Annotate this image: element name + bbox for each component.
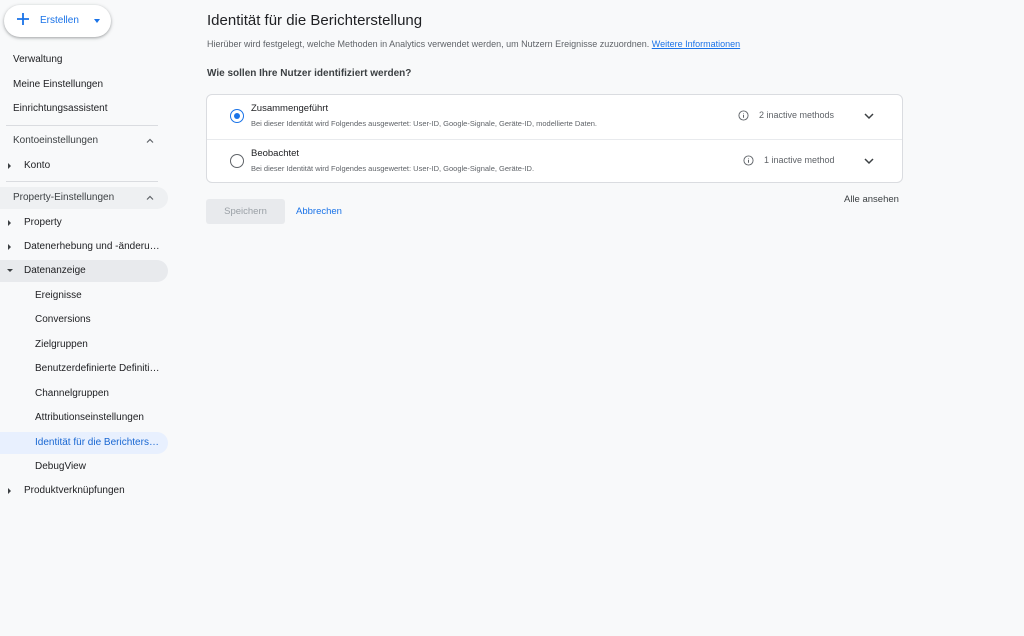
learn-more-link[interactable]: Weitere Informationen <box>652 39 740 49</box>
sidebar-item-einrichtungsassistent[interactable]: Einrichtungsassistent <box>0 98 168 120</box>
sidebar-item-label: Benutzerdefinierte Definiti… <box>35 363 160 374</box>
sidebar-item-label: Ereignisse <box>35 290 82 301</box>
view-all-link[interactable]: Alle ansehen <box>844 194 899 205</box>
description-text: Hierüber wird festgelegt, welche Methode… <box>207 39 650 49</box>
option-description: Bei dieser Identität wird Folgendes ausg… <box>251 164 535 173</box>
section-title: Property-Einstellungen <box>13 192 115 203</box>
section-title: Kontoeinstellungen <box>13 135 99 146</box>
save-button[interactable]: Speichern <box>206 199 285 224</box>
sidebar-item-conversions[interactable]: Conversions <box>0 309 168 331</box>
sidebar-item-label: Attributionseinstellungen <box>35 412 144 423</box>
sidebar-item-label: Conversions <box>35 314 91 325</box>
sidebar-item-verwaltung[interactable]: Verwaltung <box>0 49 168 71</box>
sidebar: Erstellen Verwaltung Meine Einstellungen… <box>0 0 180 636</box>
identity-question: Wie sollen Ihre Nutzer identifiziert wer… <box>207 68 412 79</box>
sidebar-item-label: Datenanzeige <box>24 265 86 276</box>
sidebar-item-debugview[interactable]: DebugView <box>0 456 168 478</box>
radio-button-selected[interactable] <box>230 109 244 123</box>
sidebar-item-label: Identität für die Berichters… <box>35 437 159 448</box>
option-title: Beobachtet <box>251 148 300 159</box>
chevron-up-icon <box>146 195 154 200</box>
create-button[interactable]: Erstellen <box>4 5 111 37</box>
option-status: 1 inactive method <box>764 155 835 165</box>
sidebar-item-attributionseinstellungen[interactable]: Attributionseinstellungen <box>0 407 168 429</box>
chevron-down-icon[interactable] <box>863 111 875 121</box>
divider <box>6 125 158 126</box>
sidebar-item-label: Einrichtungsassistent <box>13 103 108 114</box>
sidebar-item-property[interactable]: Property <box>0 212 168 234</box>
sidebar-item-label: Produktverknüpfungen <box>24 485 125 496</box>
option-description: Bei dieser Identität wird Folgendes ausg… <box>251 119 597 128</box>
collapse-arrow-icon <box>7 269 13 272</box>
sidebar-item-benutzerdefinierte-definitionen[interactable]: Benutzerdefinierte Definiti… <box>0 358 168 380</box>
sidebar-item-label: Zielgruppen <box>35 339 88 350</box>
sidebar-item-identitaet-berichterstellung[interactable]: Identität für die Berichters… <box>0 432 168 454</box>
expand-arrow-icon <box>8 220 11 226</box>
section-kontoeinstellungen[interactable]: Kontoeinstellungen <box>0 130 168 152</box>
sidebar-item-label: DebugView <box>35 461 86 472</box>
sidebar-item-ereignisse[interactable]: Ereignisse <box>0 285 168 307</box>
page-title: Identität für die Berichterstellung <box>207 12 423 29</box>
sidebar-item-label: Channelgruppen <box>35 388 109 399</box>
sidebar-item-konto[interactable]: Konto <box>0 155 168 177</box>
expand-arrow-icon <box>8 163 11 169</box>
caret-down-icon <box>94 19 100 23</box>
sidebar-item-label: Datenerhebung und -änderu… <box>24 241 160 252</box>
divider <box>6 181 158 182</box>
info-icon <box>738 110 749 121</box>
info-icon <box>743 155 754 166</box>
page-description: Hierüber wird festgelegt, welche Methode… <box>207 39 740 49</box>
option-blended[interactable]: Zusammengeführt Bei dieser Identität wir… <box>207 95 902 139</box>
cancel-button[interactable]: Abbrechen <box>296 199 342 224</box>
chevron-down-icon[interactable] <box>863 156 875 166</box>
sidebar-item-label: Property <box>24 217 62 228</box>
section-property-einstellungen[interactable]: Property-Einstellungen <box>0 187 168 209</box>
sidebar-item-label: Meine Einstellungen <box>13 79 104 90</box>
create-button-label: Erstellen <box>40 15 79 26</box>
sidebar-item-produktverknuepfungen[interactable]: Produktverknüpfungen <box>0 480 168 502</box>
radio-button[interactable] <box>230 154 244 168</box>
sidebar-item-label: Verwaltung <box>13 54 63 65</box>
option-title: Zusammengeführt <box>251 103 329 114</box>
chevron-up-icon <box>146 138 154 143</box>
identity-options-card: Zusammengeführt Bei dieser Identität wir… <box>206 94 903 183</box>
option-status: 2 inactive methods <box>759 110 835 120</box>
plus-icon <box>17 13 29 25</box>
sidebar-item-datenerhebung[interactable]: Datenerhebung und -änderu… <box>0 236 168 258</box>
option-observed[interactable]: Beobachtet Bei dieser Identität wird Fol… <box>207 139 902 183</box>
expand-arrow-icon <box>8 488 11 494</box>
expand-arrow-icon <box>8 244 11 250</box>
sidebar-item-datenanzeige[interactable]: Datenanzeige <box>0 260 168 282</box>
sidebar-item-zielgruppen[interactable]: Zielgruppen <box>0 334 168 356</box>
sidebar-item-label: Konto <box>24 160 51 171</box>
sidebar-item-meine-einstellungen[interactable]: Meine Einstellungen <box>0 74 168 96</box>
sidebar-item-channelgruppen[interactable]: Channelgruppen <box>0 383 168 405</box>
